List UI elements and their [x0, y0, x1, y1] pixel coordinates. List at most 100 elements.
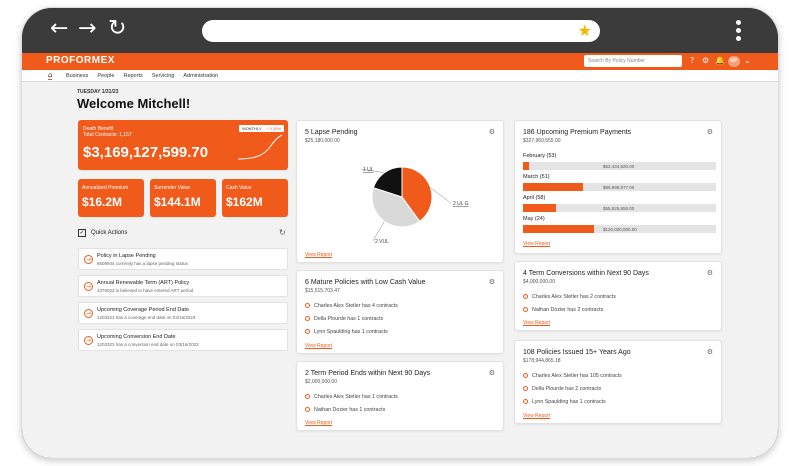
surrender-value-card[interactable]: Surrender Value $144.1M [150, 179, 216, 217]
list-item[interactable]: Lynn Spaulding has 1 contracts [523, 399, 606, 405]
forward-arrow-icon[interactable]: → [78, 18, 96, 40]
circle-icon [305, 303, 310, 308]
back-arrow-icon[interactable]: ← [50, 18, 68, 40]
nav-item-people[interactable]: People [97, 73, 114, 79]
arrow-right-icon: → [84, 282, 93, 291]
list-item-label: Charles Alex Stetler has 1 contracts [314, 394, 398, 400]
nav-item-business[interactable]: Business [66, 73, 88, 79]
circle-icon [523, 386, 528, 391]
list-item[interactable]: Nathan Dozier has 1 contracts [305, 407, 385, 413]
bar-track[interactable]: $52,434,820.00 [523, 162, 716, 170]
bar-fill [523, 183, 583, 191]
panel-title: 4 Term Conversions within Next 90 Days [523, 270, 649, 277]
bar-track[interactable]: $120,000,000.00 [523, 225, 716, 233]
logo[interactable]: PROFORMEX [46, 55, 115, 66]
quick-action-item[interactable]: → Upcoming Coverage Period End Date 1203… [78, 302, 288, 324]
quick-action-title: Upcoming Coverage Period End Date [97, 307, 190, 313]
quick-action-sub: 1203323 has a conversion end date on 03/… [97, 342, 199, 347]
view-report-link[interactable]: View Report [305, 252, 332, 258]
list-item[interactable]: Lynn Spaulding has 1 contracts [305, 329, 388, 335]
avatar[interactable]: MP [728, 56, 740, 67]
list-item[interactable]: Charles Alex Stetler has 2 contracts [523, 294, 616, 300]
stat-value: $162M [226, 195, 263, 209]
view-report-link[interactable]: View Report [305, 420, 332, 426]
annualized-premium-card[interactable]: Annualized Premium $16.2M [78, 179, 144, 217]
circle-icon [305, 407, 310, 412]
list-item-label: Nathan Dozier has 2 contracts [532, 307, 604, 313]
panel-title: 108 Policies Issued 15+ Years Ago [523, 349, 631, 356]
gear-icon[interactable]: ⚙ [489, 128, 495, 136]
panel-title: 6 Mature Policies with Low Cash Value [305, 279, 426, 286]
list-item[interactable]: Charles Alex Stetler has 4 contracts [305, 303, 398, 309]
kebab-menu-icon[interactable] [736, 20, 742, 44]
list-item-label: Nathan Dozier has 1 contracts [314, 407, 386, 413]
nav-item-reports[interactable]: Reports [123, 73, 142, 79]
list-item[interactable]: Nathan Dozier has 2 contracts [523, 307, 603, 313]
gear-icon[interactable]: ⚙ [707, 128, 713, 136]
quick-action-sub: 6609944 currently has a lapse pending st… [97, 261, 188, 266]
home-icon[interactable]: ⌂ [48, 71, 53, 80]
quick-action-item[interactable]: → Upcoming Conversion End Date 1203323 h… [78, 329, 288, 351]
bookmark-star-icon[interactable]: ★ [578, 22, 592, 40]
view-report-link[interactable]: View Report [523, 320, 550, 326]
bar-label: April (58) [523, 195, 546, 201]
circle-icon [523, 294, 528, 299]
list-item[interactable]: Della Plourde has 1 contracts [305, 316, 383, 322]
trend-period: MONTHLY [242, 126, 262, 131]
page-title: Welcome Mitchell! [77, 96, 191, 111]
view-report-link[interactable]: View Report [523, 413, 550, 419]
gear-icon[interactable]: ⚙ [489, 369, 495, 377]
circle-icon [305, 316, 310, 321]
gear-icon[interactable]: ⚙ [707, 348, 713, 356]
main-nav: ⌂ Business People Reports Servicing Admi… [22, 70, 778, 82]
list-item[interactable]: Charles Alex Stetler has 1 contracts [305, 394, 398, 400]
bar-label: May (24) [523, 216, 545, 222]
quick-action-item[interactable]: → Policy in Lapse Pending 6609944 curren… [78, 248, 288, 270]
chevron-down-icon[interactable]: ⌄ [744, 56, 751, 66]
bar-fill [523, 204, 556, 212]
total-contracts: Total Contracts: 1,157 [83, 132, 132, 138]
gear-icon[interactable]: ⚙ [489, 278, 495, 286]
pie-label[interactable]: 2 VUL [375, 239, 389, 243]
bar-amount: $55,525,858.00 [603, 205, 635, 211]
list-item-label: Charles Alex Stetler has 4 contracts [314, 303, 398, 309]
gear-icon[interactable]: ⚙ [702, 56, 709, 66]
policy-search-input[interactable]: Search By Policy Number [584, 55, 682, 67]
view-report-link[interactable]: View Report [305, 343, 332, 349]
pie-label[interactable]: 2 UL G [453, 201, 469, 207]
panel-subtitle: $327,960,655.00 [523, 138, 561, 144]
stat-value: $144.1M [154, 195, 201, 209]
stat-label: Surrender Value [154, 185, 191, 191]
reload-icon[interactable]: ↻ [108, 18, 126, 40]
circle-icon [523, 373, 528, 378]
list-item[interactable]: Charles Alex Stetler has 105 contracts [523, 373, 622, 379]
term-conversions-card: 4 Term Conversions within Next 90 Days $… [514, 261, 722, 331]
panel-title: 2 Term Period Ends within Next 90 Days [305, 370, 431, 377]
quick-action-sub: 1203323 has a coverage end date on 03/16… [97, 315, 196, 320]
arrow-right-icon: → [84, 336, 93, 345]
help-icon[interactable]: ? [690, 56, 694, 66]
stat-label: Annualized Premium [82, 185, 129, 191]
checkbox-icon[interactable]: ✓ [78, 229, 86, 237]
gear-icon[interactable]: ⚙ [707, 269, 713, 277]
bar-track[interactable]: $55,525,858.00 [523, 204, 716, 212]
view-report-link[interactable]: View Report [523, 241, 550, 247]
bar-label: February (53) [523, 153, 557, 159]
list-item-label: Lynn Spaulding has 1 contracts [314, 329, 388, 335]
bell-icon[interactable]: 🔔 [715, 56, 725, 66]
pie-label[interactable]: 1 UL [363, 167, 374, 173]
nav-item-administration[interactable]: Administration [183, 73, 218, 79]
circle-icon [305, 329, 310, 334]
nav-item-servicing[interactable]: Servicing [152, 73, 175, 79]
arrow-right-icon: → [84, 309, 93, 318]
cash-value-card[interactable]: Cash Value $162M [222, 179, 288, 217]
list-item-label: Della Plourde has 1 contracts [314, 316, 384, 322]
list-item-label: Della Plourde has 2 contracts [532, 386, 602, 392]
address-bar[interactable]: ★ [202, 20, 600, 42]
refresh-icon[interactable]: ↻ [279, 228, 286, 237]
bar-track[interactable]: $99,999,977.00 [523, 183, 716, 191]
app-screen: PROFORMEX Search By Policy Number ? ⚙ 🔔 … [22, 53, 778, 458]
quick-action-item[interactable]: → Annual Renewable Term (ART) Policy 437… [78, 275, 288, 297]
list-item[interactable]: Della Plourde has 2 contracts [523, 386, 601, 392]
death-benefit-card[interactable]: Death Benefit Total Contracts: 1,157 $3,… [78, 120, 288, 170]
